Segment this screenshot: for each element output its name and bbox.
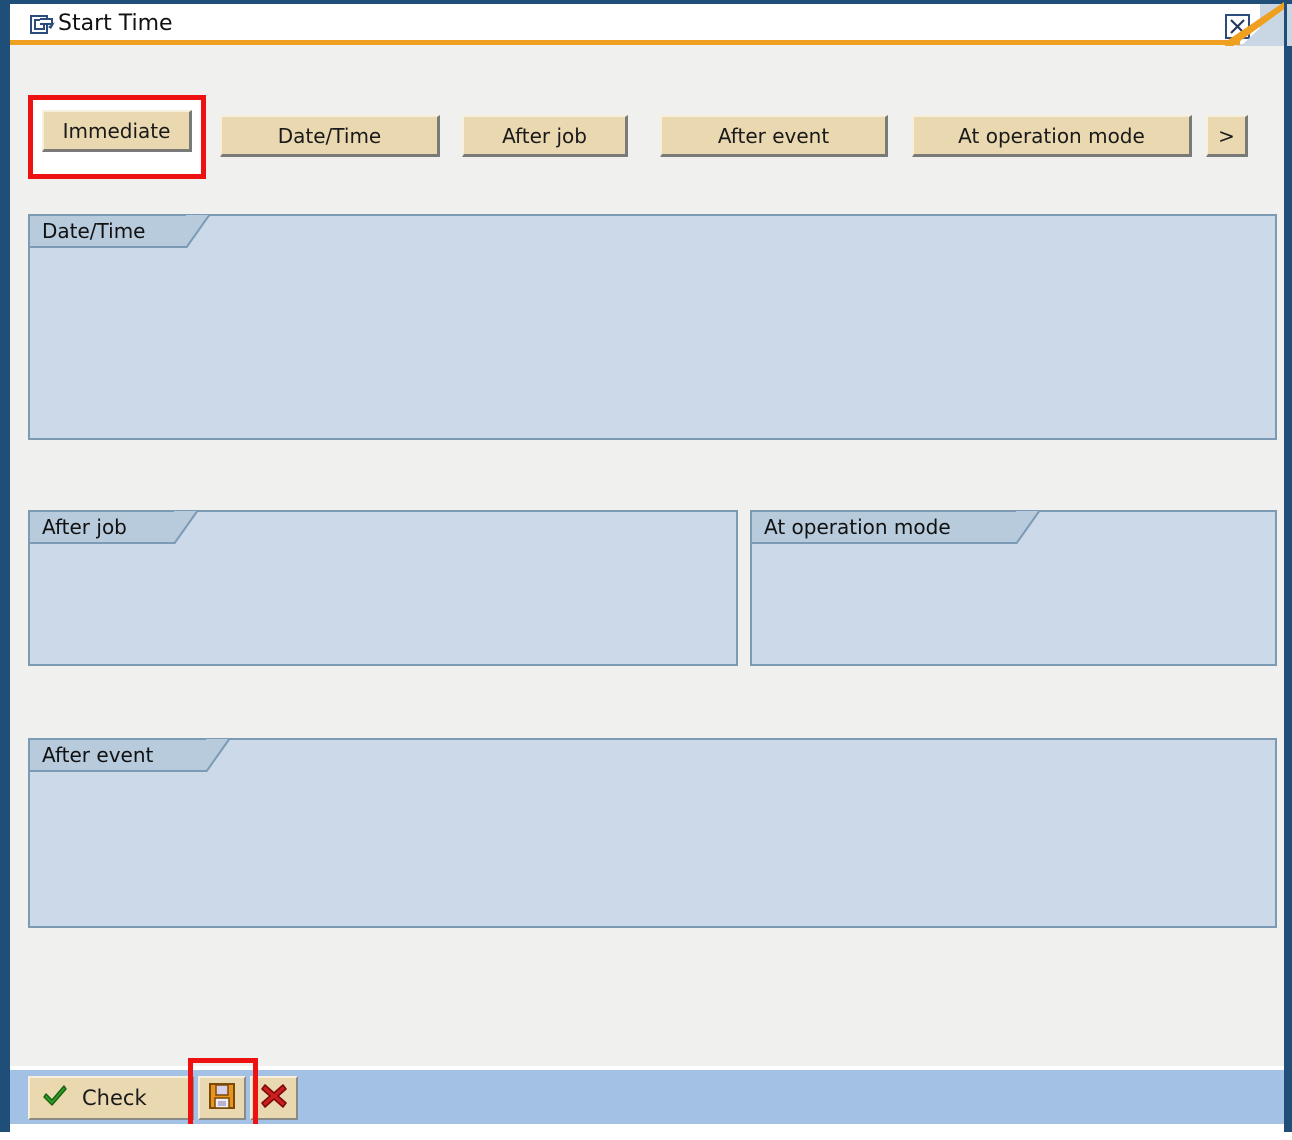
- date-time-groupbox-tab-slant: [186, 214, 228, 248]
- window-frame-left: [0, 0, 10, 1140]
- after-event-groupbox-tab-slant: [206, 738, 248, 772]
- at-operation-mode-button[interactable]: At operation mode: [912, 115, 1192, 157]
- more-options-button[interactable]: >: [1206, 115, 1248, 157]
- at-operation-mode-groupbox-tab-slant: [1016, 510, 1058, 544]
- after-job-button[interactable]: After job: [462, 115, 628, 157]
- date-time-groupbox-tab: Date/Time: [28, 214, 186, 248]
- save-button[interactable]: [198, 1076, 246, 1120]
- cancel-button[interactable]: [250, 1076, 298, 1120]
- window-frame-right: [1284, 0, 1292, 1140]
- more-options-button-label: >: [1218, 123, 1235, 148]
- sap-dialog-window: Start Time Immediate Date/Time After job…: [0, 0, 1292, 1140]
- after-job-groupbox-title: After job: [42, 515, 127, 539]
- check-button-label: Check: [82, 1086, 147, 1110]
- at-operation-mode-groupbox-title: At operation mode: [764, 515, 951, 539]
- immediate-button[interactable]: Immediate: [42, 110, 192, 152]
- floppy-disk-save-icon: [208, 1082, 236, 1114]
- dialog-edit-icon: [30, 13, 56, 37]
- after-event-button-label: After event: [717, 123, 830, 148]
- at-operation-mode-groupbox: At operation mode: [750, 510, 1277, 666]
- date-time-button-label: Date/Time: [277, 123, 382, 148]
- date-time-button[interactable]: Date/Time: [220, 115, 440, 157]
- dialog-body: Immediate Date/Time After job After even…: [10, 46, 1284, 1040]
- titlebar-underline: [10, 40, 1240, 45]
- bottom-toolbar-bottom-separator: [10, 1124, 1284, 1132]
- after-job-groupbox: After job: [28, 510, 738, 666]
- check-button[interactable]: Check: [28, 1076, 194, 1120]
- at-operation-mode-button-label: At operation mode: [958, 123, 1145, 148]
- window-frame-bottom: [0, 1132, 1292, 1140]
- date-time-groupbox: Date/Time: [28, 214, 1277, 440]
- green-check-icon: [42, 1084, 68, 1112]
- after-job-groupbox-tab: After job: [28, 510, 174, 544]
- immediate-button-label: Immediate: [62, 118, 171, 143]
- after-job-button-label: After job: [502, 123, 587, 148]
- after-event-button[interactable]: After event: [660, 115, 888, 157]
- after-event-groupbox-title: After event: [42, 743, 154, 767]
- bottom-toolbar: Check: [10, 1058, 1284, 1132]
- after-job-groupbox-tab-slant: [174, 510, 216, 544]
- at-operation-mode-groupbox-tab: At operation mode: [750, 510, 1016, 544]
- after-event-groupbox-tab: After event: [28, 738, 206, 772]
- titlebar-corner-diagonal: [1225, 2, 1287, 47]
- red-x-cancel-icon: [260, 1082, 288, 1114]
- after-event-groupbox: After event: [28, 738, 1277, 928]
- page-title: Start Time: [58, 11, 173, 36]
- date-time-groupbox-title: Date/Time: [42, 219, 146, 243]
- titlebar: Start Time: [10, 4, 1260, 44]
